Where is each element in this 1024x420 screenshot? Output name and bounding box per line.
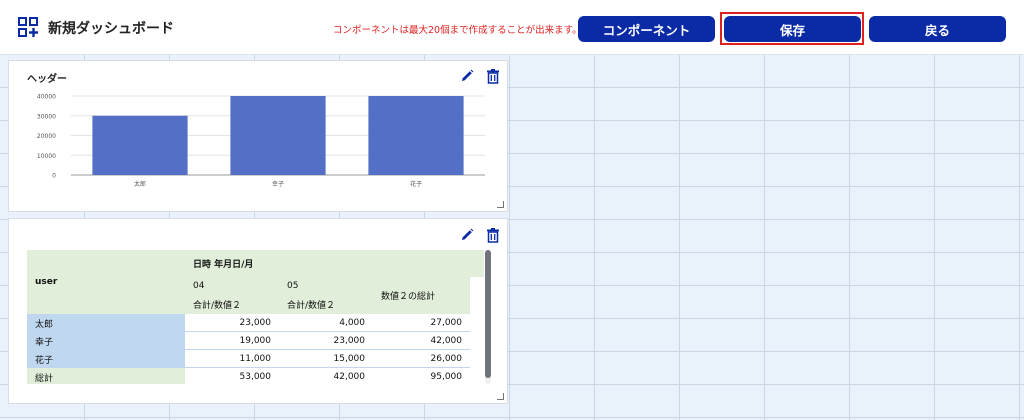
vertical-scrollbar[interactable] (485, 250, 491, 384)
y-tick-label: 10000 (37, 153, 56, 160)
month-header: 04 (185, 277, 279, 295)
x-tick-label: 花子 (410, 180, 422, 188)
bar[interactable] (92, 115, 188, 175)
back-button[interactable]: 戻る (869, 16, 1006, 42)
table-cell: 27,000 (373, 314, 470, 332)
chart-component-card[interactable]: ヘッダー 0 10000 20000 30000 40000 太郎 幸子 花子 (8, 60, 508, 212)
x-tick-label: 幸子 (272, 180, 284, 188)
table-cell: 15,000 (279, 350, 373, 368)
save-button[interactable]: 保存 (724, 16, 861, 42)
pivot-table: user 日時 年月日/月 04 05 数値２の総計 合計/数値２ 合計/数値２… (27, 250, 484, 384)
grand-total-label: 総計 (27, 368, 185, 384)
month-header: 05 (279, 277, 373, 295)
table-cell: 42,000 (373, 332, 470, 350)
pivot-table-card[interactable]: user 日時 年月日/月 04 05 数値２の総計 合計/数値２ 合計/数値２… (8, 218, 508, 404)
resize-handle[interactable] (497, 201, 504, 208)
y-tick-label: 40000 (37, 94, 56, 101)
bar-chart: 0 10000 20000 30000 40000 太郎 幸子 花子 (37, 94, 485, 188)
component-limit-notice: コンポーネントは最大20個まで作成することが出来ます。 (333, 25, 582, 36)
measure-header: 合計/数値２ (185, 295, 279, 314)
y-tick-label: 30000 (37, 113, 56, 120)
table-cell: 23,000 (279, 332, 373, 350)
table-cell: 42,000 (333, 372, 366, 382)
row-label: 幸子 (27, 332, 185, 350)
table-cell: 4,000 (279, 314, 373, 332)
edit-icon[interactable] (459, 227, 475, 243)
table-cell: 11,000 (185, 350, 279, 368)
dashboard-add-icon (18, 17, 38, 37)
column-group-header: 日時 年月日/月 (185, 250, 484, 277)
chart-card-title: ヘッダー (27, 74, 67, 85)
table-cell: 95,000 (430, 372, 463, 382)
x-tick-label: 太郎 (134, 180, 146, 188)
bar[interactable] (368, 96, 464, 175)
table-cell: 19,000 (185, 332, 279, 350)
bar[interactable] (230, 96, 326, 175)
table-cell: 53,000 (239, 372, 272, 382)
scrollbar-thumb[interactable] (485, 250, 491, 378)
page-title: 新規ダッシュボード (48, 21, 174, 37)
measure-header: 合計/数値２ (279, 295, 373, 314)
row-header-user: user (27, 250, 185, 314)
table-cell: 23,000 (185, 314, 279, 332)
total-column-header: 数値２の総計 (373, 277, 470, 314)
top-bar: 新規ダッシュボード コンポーネントは最大20個まで作成することが出来ます。 コン… (0, 0, 1024, 55)
delete-icon[interactable] (485, 227, 501, 243)
component-button[interactable]: コンポーネント (578, 16, 715, 42)
row-label: 花子 (27, 350, 185, 368)
resize-handle[interactable] (497, 393, 504, 400)
delete-icon[interactable] (485, 68, 501, 84)
y-tick-label: 20000 (37, 133, 56, 140)
row-label: 太郎 (27, 314, 185, 332)
y-tick-label: 0 (52, 173, 56, 180)
edit-icon[interactable] (459, 68, 475, 84)
table-cell: 26,000 (373, 350, 470, 368)
